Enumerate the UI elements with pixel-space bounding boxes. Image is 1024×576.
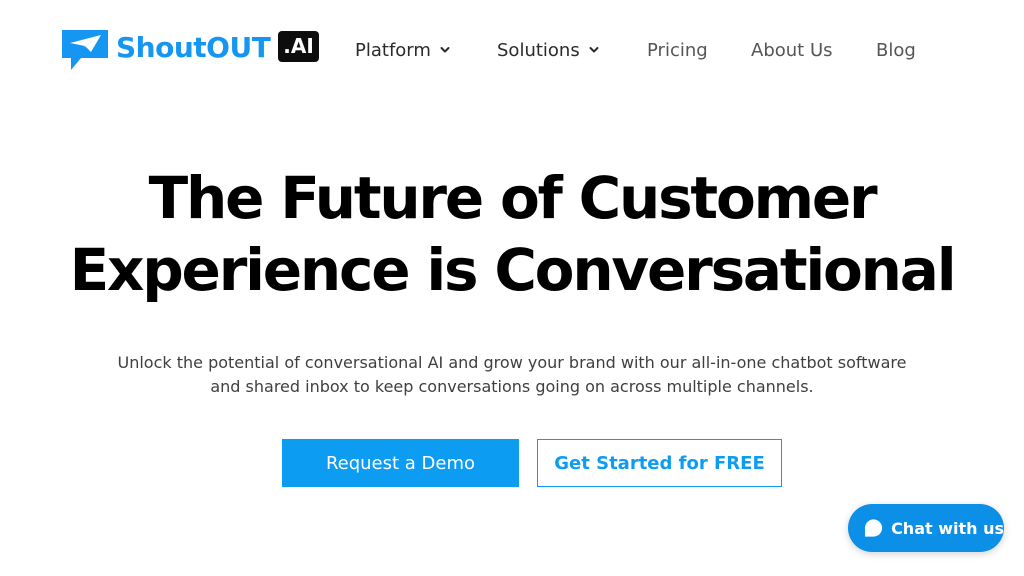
nav-solutions[interactable]: Solutions bbox=[497, 38, 600, 62]
hero-subtitle: Unlock the potential of conversational A… bbox=[117, 353, 907, 396]
chat-widget-button[interactable]: Chat with us bbox=[848, 504, 1004, 552]
chevron-down-icon bbox=[589, 47, 599, 53]
request-demo-button[interactable]: Request a Demo bbox=[282, 439, 519, 487]
page: ShoutOUT .AI Platform Solutions Pricing … bbox=[0, 0, 1024, 576]
nav-solutions-label: Solutions bbox=[497, 39, 580, 61]
nav-about-us[interactable]: About Us bbox=[751, 38, 833, 62]
chat-bubble-icon bbox=[864, 519, 883, 537]
hero-title: The Future of Customer Experience is Con… bbox=[0, 162, 1024, 306]
chat-widget-label: Chat with us bbox=[891, 518, 1004, 538]
hero-title-line-1: The Future of Customer bbox=[148, 164, 878, 232]
nav-blog[interactable]: Blog bbox=[876, 38, 916, 62]
nav-platform-label: Platform bbox=[355, 39, 431, 61]
nav-pricing[interactable]: Pricing bbox=[647, 38, 708, 62]
hero-title-line-2: Experience is Conversational bbox=[69, 236, 957, 304]
get-started-free-button[interactable]: Get Started for FREE bbox=[537, 439, 782, 487]
main-nav: Platform Solutions Pricing About Us Blog bbox=[0, 38, 1024, 62]
nav-platform[interactable]: Platform bbox=[355, 38, 451, 62]
chevron-down-icon bbox=[440, 47, 450, 53]
